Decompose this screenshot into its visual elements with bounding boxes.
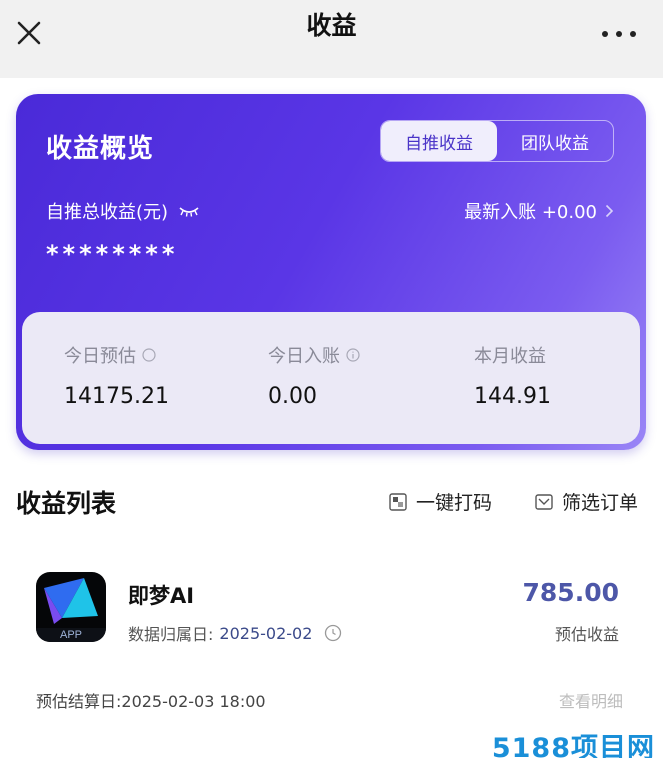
stats-panel: 今日预估 14175.21 今日入账 0.00 本月收益 144.91 bbox=[22, 312, 640, 444]
stat-today-estimate: 今日预估 14175.21 bbox=[64, 342, 169, 409]
app-logo: APP bbox=[36, 572, 106, 642]
filter-orders-label: 筛选订单 bbox=[562, 492, 639, 514]
stat-value: 144.91 bbox=[474, 384, 551, 409]
estimated-amount-label: 预估收益 bbox=[554, 625, 619, 644]
attribution-date-value: 2025-02-02 bbox=[219, 623, 313, 643]
mosaic-button[interactable]: 一键打码 bbox=[388, 488, 492, 515]
stat-label: 今日入账 bbox=[268, 346, 340, 367]
earnings-list-title: 收益列表 bbox=[16, 489, 117, 518]
stat-value: 0.00 bbox=[268, 384, 317, 409]
more-button[interactable] bbox=[599, 22, 639, 42]
earnings-type-switch: 自推收益 团队收益 bbox=[380, 120, 614, 162]
info-icon[interactable] bbox=[346, 348, 360, 362]
settlement-date: 预估结算日:2025-02-03 18:00 bbox=[36, 692, 266, 711]
latest-income-label: 最新入账 +0.00 bbox=[464, 202, 597, 223]
watermark: 5188项目网 bbox=[491, 733, 655, 758]
info-icon[interactable] bbox=[142, 348, 156, 362]
total-earnings-label: 自推总收益(元) bbox=[46, 202, 169, 223]
stat-today-credited: 今日入账 0.00 bbox=[268, 342, 360, 409]
overview-title: 收益概览 bbox=[46, 134, 155, 164]
filter-orders-button[interactable]: 筛选订单 bbox=[534, 488, 638, 515]
stat-month-earnings: 本月收益 144.91 bbox=[474, 342, 551, 409]
attribution-date-label: 数据归属日: bbox=[128, 625, 214, 644]
masked-total-value: ******** bbox=[46, 240, 179, 268]
stat-value: 14175.21 bbox=[64, 384, 169, 409]
tab-self-earnings[interactable]: 自推收益 bbox=[381, 121, 497, 161]
eye-closed-icon[interactable] bbox=[178, 205, 200, 217]
mosaic-icon bbox=[389, 492, 407, 511]
page-title: 收益 bbox=[306, 11, 357, 40]
estimated-amount: 785.00 bbox=[522, 578, 619, 607]
latest-income-link[interactable]: 最新入账 +0.00 bbox=[464, 198, 614, 224]
filter-icon bbox=[535, 493, 553, 510]
view-details-link[interactable]: 查看明细 bbox=[559, 688, 623, 712]
clock-icon[interactable] bbox=[324, 624, 342, 642]
app-name: 即梦AI bbox=[128, 584, 195, 608]
earnings-overview-card: 收益概览 自推收益 团队收益 自推总收益(元) 最新入账 +0.00 *****… bbox=[16, 94, 646, 450]
total-earnings-label-row: 自推总收益(元) bbox=[46, 198, 200, 224]
mosaic-label: 一键打码 bbox=[416, 492, 493, 514]
stat-label: 今日预估 bbox=[64, 346, 136, 367]
top-bar: 收益 bbox=[0, 0, 663, 78]
more-icon bbox=[602, 31, 636, 37]
attribution-date-row: 数据归属日: 2025-02-02 bbox=[128, 621, 342, 645]
stat-label: 本月收益 bbox=[474, 346, 546, 367]
chevron-right-icon bbox=[605, 204, 614, 218]
app-logo-text: APP bbox=[59, 629, 82, 641]
tab-team-earnings[interactable]: 团队收益 bbox=[497, 121, 613, 161]
